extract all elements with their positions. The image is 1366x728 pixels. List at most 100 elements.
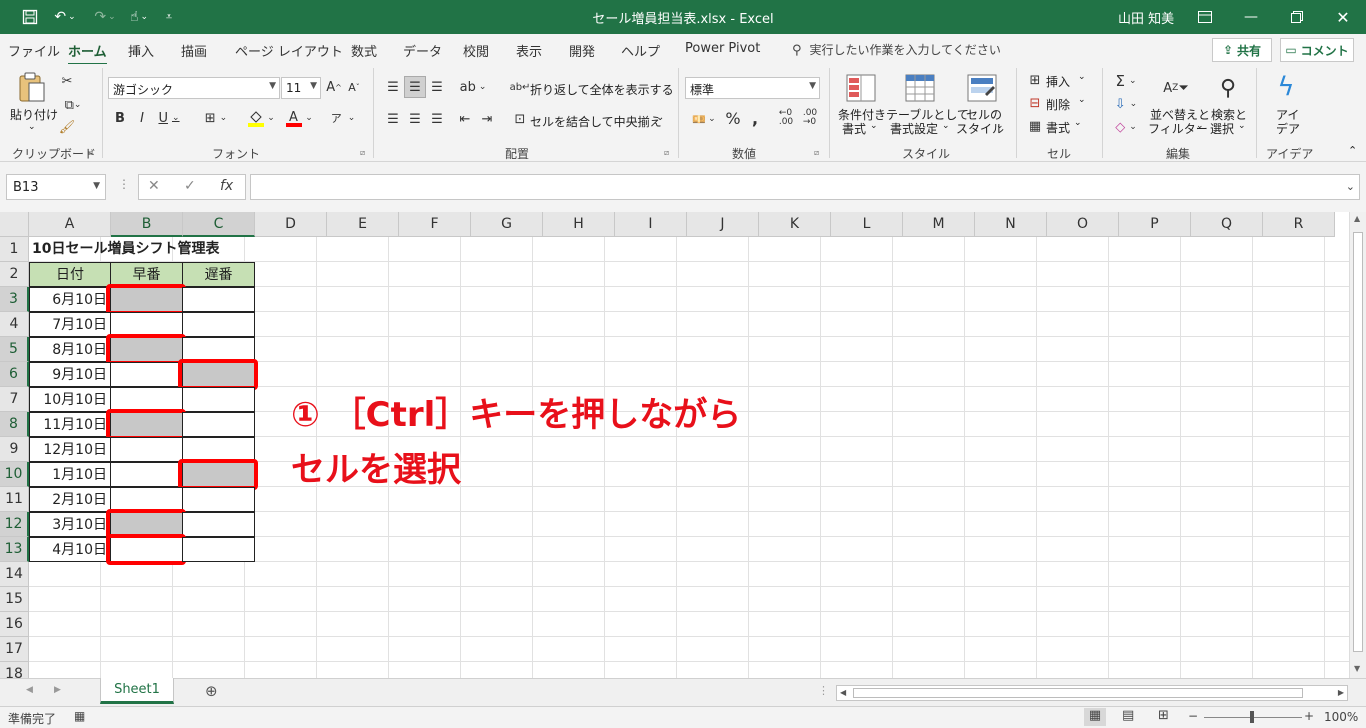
customize-toolbar-icon[interactable]: ⩡ (160, 7, 178, 27)
format-dropdown-icon[interactable]: ⌄ (1074, 118, 1082, 128)
align-top-icon[interactable]: ☰ (384, 78, 402, 96)
row-header-3[interactable]: 3 (0, 287, 29, 312)
fill-icon[interactable]: ⇩ ⌄ (1112, 95, 1140, 113)
late-shift-cell[interactable] (182, 412, 255, 437)
font-color-icon[interactable]: A (284, 108, 304, 128)
late-shift-cell[interactable] (182, 512, 255, 537)
decrease-indent-icon[interactable]: ⇤ (456, 110, 474, 128)
align-left-icon[interactable]: ☰ (384, 110, 402, 128)
sort-dropdown-icon[interactable]: ⌄ (1196, 121, 1204, 131)
tab-help[interactable]: ヘルプ (621, 41, 660, 60)
column-header-n[interactable]: N (975, 212, 1047, 237)
column-header-g[interactable]: G (471, 212, 543, 237)
phonetic-icon[interactable]: ア ⌄ (328, 109, 358, 127)
percent-icon[interactable]: % (724, 109, 742, 128)
tab-insert[interactable]: 挿入 (128, 41, 154, 60)
date-cell[interactable]: 2月10日 (29, 487, 111, 512)
merge-dropdown-icon[interactable]: ⌄ (656, 112, 664, 123)
insert-dropdown-icon[interactable]: ⌄ (1078, 72, 1086, 82)
borders-icon[interactable]: ⊞ ⌄ (198, 109, 234, 127)
cell-styles-dropdown-icon[interactable]: ⌄ (996, 121, 1004, 131)
vertical-scroll-thumb[interactable] (1353, 232, 1363, 652)
row-header-14[interactable]: 14 (0, 562, 29, 587)
paste-dropdown-icon[interactable]: ⌄ (28, 122, 36, 132)
font-size-select[interactable]: 11 ▼ (281, 77, 321, 99)
select-all-corner[interactable] (0, 212, 29, 237)
header-date-cell[interactable]: 日付 (29, 262, 111, 287)
clipboard-launcher-icon[interactable]: ⧄ (88, 148, 93, 158)
format-cells-button[interactable]: 書式 (1046, 119, 1070, 136)
column-header-e[interactable]: E (327, 212, 399, 237)
number-format-select[interactable]: 標準 ▼ (685, 77, 820, 99)
align-center-icon[interactable]: ☰ (406, 110, 424, 128)
tab-file[interactable]: ファイル (8, 41, 60, 60)
tab-review[interactable]: 校閲 (463, 41, 489, 60)
row-header-5[interactable]: 5 (0, 337, 29, 362)
normal-view-icon[interactable]: ▦ (1084, 708, 1106, 726)
insert-cells-button[interactable]: 挿入 (1046, 73, 1070, 90)
early-shift-cell[interactable] (110, 437, 183, 462)
worksheet-grid[interactable]: ABCDEFGHIJKLMNOPQR 1 2 3 4 5 6 7 8 9 10 11 12 13 14 15… (0, 212, 1366, 678)
conditional-dropdown-icon[interactable]: ⌄ (870, 121, 878, 131)
copy-icon[interactable]: ⧉ ⌄ (58, 96, 88, 114)
date-cell[interactable]: 9月10日 (29, 362, 111, 387)
font-name-select[interactable]: 游ゴシック ▼ (108, 77, 280, 99)
number-launcher-icon[interactable]: ⧄ (814, 148, 819, 158)
sheet-title-cell[interactable]: 10日セール増員シフト管理表 (29, 237, 329, 262)
next-sheet-icon[interactable]: ▶ (54, 685, 61, 695)
find-select-icon[interactable]: ⚲ (1212, 72, 1244, 104)
column-header-p[interactable]: P (1119, 212, 1191, 237)
paste-label[interactable]: 貼り付け (10, 106, 58, 123)
date-cell[interactable]: 11月10日 (29, 412, 111, 437)
delete-cells-button[interactable]: 削除 (1046, 96, 1070, 113)
sheet-tab-sheet1[interactable]: Sheet1 (100, 678, 174, 704)
cut-icon[interactable]: ✂ (58, 72, 76, 90)
cancel-icon[interactable]: ✕ (148, 178, 160, 194)
header-late-cell[interactable]: 遅番 (182, 262, 255, 287)
add-sheet-icon[interactable]: ⊕ (205, 682, 218, 700)
row-header-11[interactable]: 11 (0, 487, 29, 512)
row-header-6[interactable]: 6 (0, 362, 29, 387)
autosum-icon[interactable]: Σ ⌄ (1112, 72, 1140, 90)
date-cell[interactable]: 3月10日 (29, 512, 111, 537)
horizontal-scrollbar[interactable]: ◀ ▶ (836, 685, 1348, 701)
row-header-2[interactable]: 2 (0, 262, 29, 287)
cell-area[interactable]: 10日セール増員シフト管理表 日付 早番 遅番 6月10日 7月10日 8月10日 9… (29, 237, 1349, 678)
early-shift-cell[interactable] (110, 462, 183, 487)
vertical-scrollbar[interactable]: ▲ ▼ (1349, 212, 1366, 678)
column-header-f[interactable]: F (399, 212, 471, 237)
alignment-launcher-icon[interactable]: ⧄ (664, 148, 669, 158)
format-painter-icon[interactable]: 🖌 (58, 118, 76, 136)
format-as-table-icon[interactable] (904, 72, 936, 104)
conditional-formatting-icon[interactable] (845, 72, 877, 104)
macro-record-icon[interactable]: ▦ (74, 709, 85, 723)
page-layout-view-icon[interactable]: ▤ (1122, 708, 1134, 723)
row-header-13[interactable]: 13 (0, 537, 29, 562)
tab-power-pivot[interactable]: Power Pivot (685, 41, 760, 56)
zoom-in-icon[interactable]: + (1304, 709, 1314, 723)
tab-split-handle-icon[interactable]: ⋮ (818, 684, 829, 697)
align-middle-icon[interactable]: ☰ (404, 76, 426, 98)
prev-sheet-icon[interactable]: ◀ (26, 685, 33, 695)
clear-icon[interactable]: ◇ ⌄ (1112, 118, 1140, 136)
table-dropdown-icon[interactable]: ⌄ (942, 121, 950, 131)
ideas-icon[interactable]: ϟ (1270, 70, 1302, 104)
date-cell[interactable]: 7月10日 (29, 312, 111, 337)
bold-icon[interactable]: B (112, 109, 128, 127)
scroll-left-icon[interactable]: ◀ (840, 688, 846, 697)
align-bottom-icon[interactable]: ☰ (428, 78, 446, 96)
align-right-icon[interactable]: ☰ (428, 110, 446, 128)
tab-data[interactable]: データ (403, 41, 442, 60)
column-header-b[interactable]: B (111, 212, 183, 237)
touch-mode-icon[interactable]: ☝ ⌄ (124, 7, 154, 27)
font-shrink-icon[interactable]: Aˇ (346, 78, 362, 96)
column-header-k[interactable]: K (759, 212, 831, 237)
wrap-text-button[interactable]: 折り返して全体を表示する (530, 81, 674, 98)
increase-indent-icon[interactable]: ⇥ (478, 110, 496, 128)
column-header-q[interactable]: Q (1191, 212, 1263, 237)
column-header-o[interactable]: O (1047, 212, 1119, 237)
merge-center-button[interactable]: セルを結合して中央揃え (530, 113, 662, 130)
underline-icon[interactable]: U ⌄ (154, 109, 184, 127)
name-box[interactable]: B13 ▼ (6, 174, 106, 200)
save-icon[interactable] (18, 7, 42, 27)
